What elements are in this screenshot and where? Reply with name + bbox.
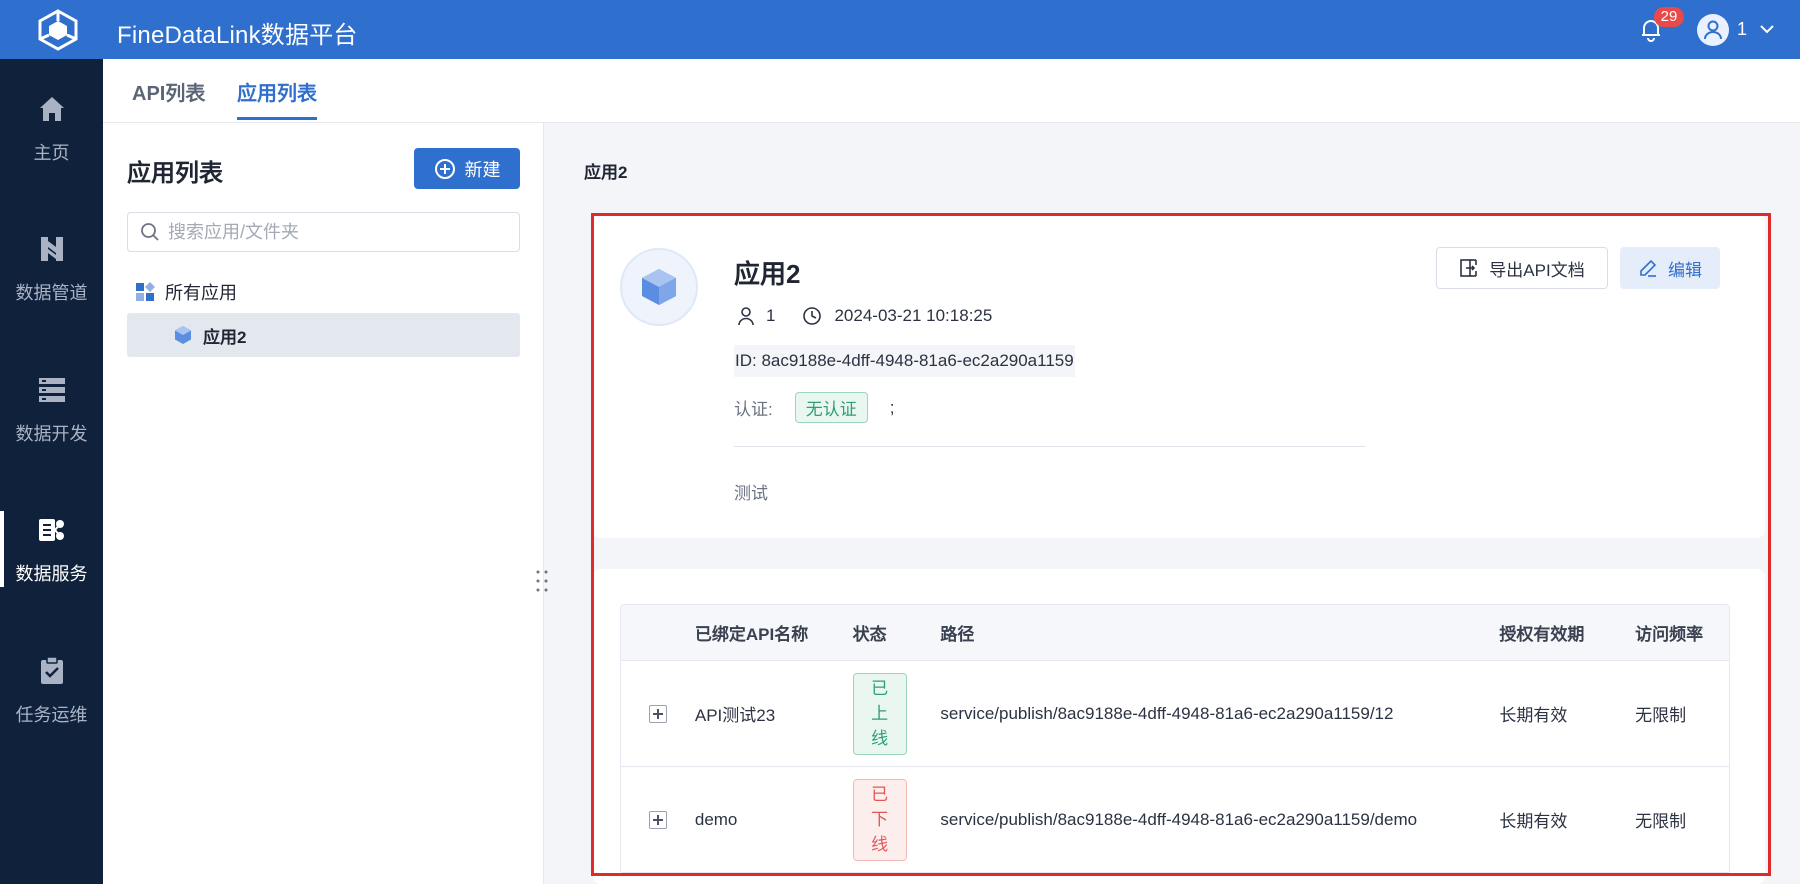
ops-icon — [40, 656, 63, 684]
status-char: 线 — [871, 835, 889, 854]
table-row[interactable]: API测试23 已 上 线 service/publish/8ac9188e-4… — [621, 661, 1729, 767]
header-path: 路径 — [940, 625, 975, 644]
resize-handle-icon[interactable] — [534, 568, 550, 594]
edit-icon — [1640, 259, 1657, 277]
tree-item-app2[interactable]: 应用2 — [127, 313, 520, 357]
expand-row-icon[interactable] — [648, 810, 667, 829]
bound-api-table: 已绑定API名称 状态 路径 授权有效期 访问频率 API测试23 已 上 线 … — [620, 604, 1730, 874]
header-rate: 访问频率 — [1635, 625, 1704, 644]
divider — [734, 446, 1366, 447]
api-name: demo — [694, 809, 738, 829]
api-auth-period: 长期有效 — [1499, 812, 1568, 831]
app-id: ID: 8ac9188e-4dff-4948-81a6-ec2a290a1159 — [734, 345, 1075, 377]
panel-title: 应用列表 — [127, 160, 223, 187]
search-icon — [141, 223, 159, 241]
expand-row-icon[interactable] — [648, 704, 667, 723]
user-icon — [1704, 20, 1722, 40]
auth-row: 认证: 无认证 ; — [734, 392, 894, 423]
user-name[interactable]: 1 — [1737, 19, 1747, 40]
status-char: 下 — [871, 810, 889, 829]
bound-api-card: 已绑定API名称 状态 路径 授权有效期 访问频率 API测试23 已 上 线 … — [593, 569, 1765, 884]
status-char: 上 — [871, 704, 889, 723]
cube-icon — [175, 326, 191, 344]
app-meta: 1 2024-03-21 10:18:25 — [736, 306, 992, 326]
nav-item-service[interactable]: 数据服务 — [0, 480, 103, 620]
tree-root-all-apps[interactable]: 所有应用 — [135, 279, 237, 305]
home-icon — [39, 97, 64, 121]
app-detail-card: 应用2 1 2024-03-21 10:18:25 ID: 8ac9188e-4… — [593, 214, 1765, 538]
nav-item-dev[interactable]: 数据开发 — [0, 340, 103, 480]
grid-icon — [136, 282, 155, 301]
export-icon — [1460, 259, 1478, 277]
header-auth-period: 授权有效期 — [1499, 625, 1585, 644]
header-api-name: 已绑定API名称 — [694, 625, 809, 644]
export-button-label: 导出API文档 — [1489, 260, 1585, 280]
user-icon — [738, 307, 754, 326]
tab-app-list[interactable]: 应用列表 — [237, 77, 317, 120]
nav-label: 数据开发 — [15, 424, 88, 444]
nav-label: 数据服务 — [15, 564, 88, 584]
app-title: FineDataLink数据平台 — [117, 22, 358, 49]
app-description: 测试 — [734, 484, 768, 503]
pipeline-icon — [40, 237, 63, 261]
notification-badge: 29 — [1654, 7, 1684, 27]
auth-separator: ; — [889, 397, 895, 417]
nav-item-pipeline[interactable]: 数据管道 — [0, 199, 103, 339]
status-char: 线 — [871, 729, 889, 748]
main-nav: 主页 数据管道 数据开发 数据服务 任务运维 — [0, 59, 103, 884]
app-owner: 1 — [766, 306, 776, 325]
api-rate: 无限制 — [1635, 812, 1687, 831]
nav-label: 数据管道 — [15, 283, 88, 303]
status-char: 已 — [871, 785, 889, 804]
nav-label: 主页 — [33, 143, 70, 163]
auth-tag: 无认证 — [794, 392, 868, 423]
top-bar: FineDataLink数据平台 29 1 — [0, 0, 1800, 59]
nav-item-home[interactable]: 主页 — [0, 59, 103, 199]
avatar[interactable] — [1697, 14, 1729, 46]
api-name: API测试23 — [694, 706, 776, 725]
app-created-time: 2024-03-21 10:18:25 — [834, 306, 993, 325]
tab-bar: API列表 应用列表 — [103, 59, 1800, 123]
chevron-down-icon[interactable] — [1758, 20, 1776, 38]
api-path: service/publish/8ac9188e-4dff-4948-81a6-… — [940, 809, 1418, 829]
app-logo-icon[interactable] — [36, 9, 80, 51]
breadcrumb: 应用2 — [584, 163, 628, 182]
export-api-doc-button[interactable]: 导出API文档 — [1436, 247, 1608, 289]
api-auth-period: 长期有效 — [1499, 706, 1568, 725]
auth-label: 认证: — [734, 400, 773, 419]
header-status: 状态 — [852, 625, 887, 644]
table-header: 已绑定API名称 状态 路径 授权有效期 访问频率 — [621, 605, 1729, 661]
status-char: 已 — [871, 679, 889, 698]
cube-icon — [642, 269, 676, 305]
table-row[interactable]: demo 已 下 线 service/publish/8ac9188e-4dff… — [621, 767, 1729, 873]
new-app-button[interactable]: 新建 — [414, 148, 520, 189]
app-name: 应用2 — [734, 259, 801, 289]
tree-root-label: 所有应用 — [165, 283, 237, 303]
api-rate: 无限制 — [1635, 706, 1687, 725]
edit-button[interactable]: 编辑 — [1620, 247, 1720, 289]
edit-button-label: 编辑 — [1668, 260, 1702, 280]
app-avatar — [620, 248, 698, 326]
status-badge-offline: 已 下 线 — [852, 778, 907, 861]
service-icon — [38, 519, 64, 541]
tree-item-label: 应用2 — [203, 327, 247, 347]
status-badge-online: 已 上 线 — [852, 672, 907, 755]
tab-api-list[interactable]: API列表 — [132, 77, 205, 106]
search-input[interactable] — [168, 221, 508, 243]
clock-icon — [803, 307, 822, 325]
nav-item-ops[interactable]: 任务运维 — [0, 621, 103, 761]
add-circle-icon — [434, 158, 455, 179]
new-button-label: 新建 — [464, 159, 501, 180]
search-box[interactable] — [127, 212, 520, 252]
app-list-panel: 应用列表 新建 所有应用 应用2 — [103, 123, 544, 884]
api-path: service/publish/8ac9188e-4dff-4948-81a6-… — [940, 703, 1394, 723]
nav-label: 任务运维 — [15, 705, 88, 725]
dev-icon — [38, 378, 65, 402]
